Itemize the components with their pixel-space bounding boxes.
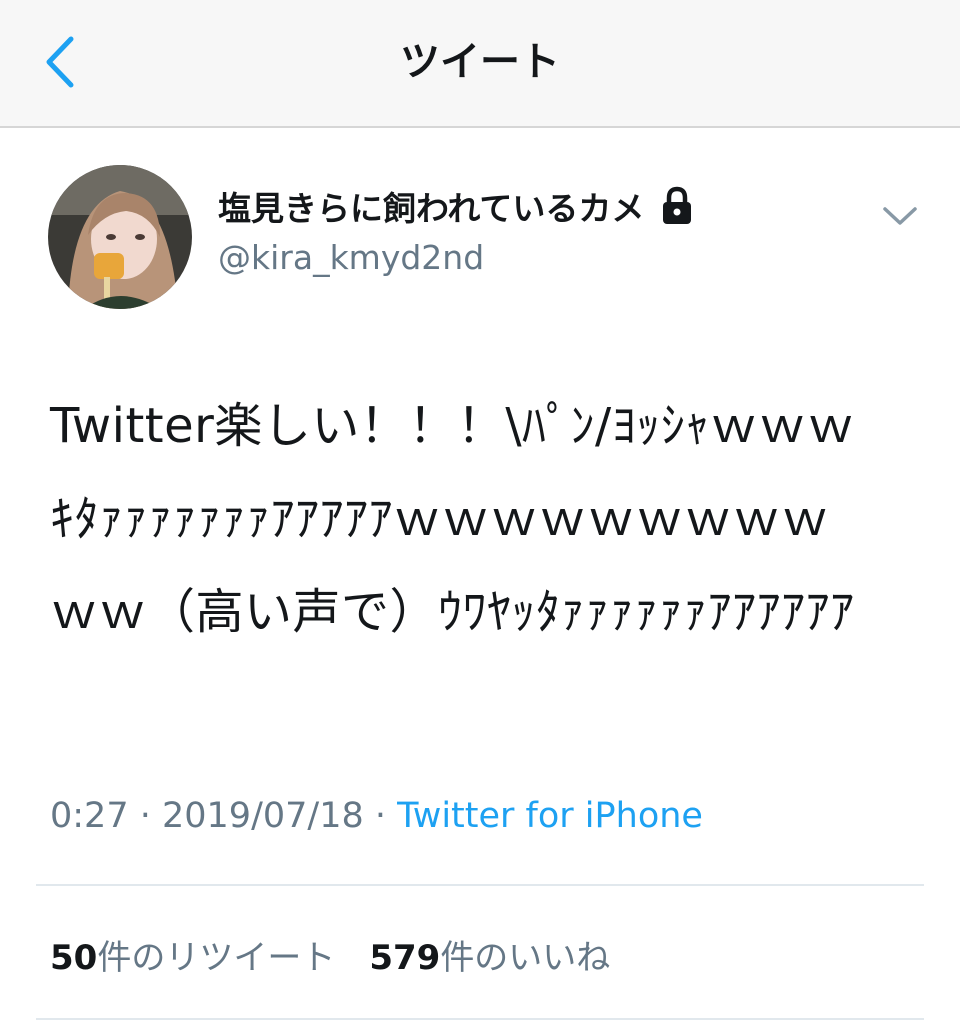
tweet-date: 2019/07/18 [162,796,364,836]
chevron-down-icon [883,207,917,225]
chevron-left-icon [46,36,74,88]
avatar-image [48,165,192,309]
divider [36,1018,924,1020]
page-title: ツイート [400,39,560,85]
avatar[interactable] [48,165,192,309]
meta-separator: · [363,796,398,836]
likes-label: 件のいいね [440,938,611,978]
author-display-name[interactable]: 塩見きらに飼われているカメ [218,182,694,230]
tweet-menu-button[interactable] [874,196,926,236]
tweet-time: 0:27 [50,796,129,836]
nav-bar: ツイート [0,0,960,128]
likes-stat[interactable]: 579件のいいね [369,930,610,979]
divider [36,884,924,886]
retweets-count: 50 [50,938,98,978]
likes-count: 579 [369,938,441,978]
lock-icon [660,186,694,226]
tweet-source-link[interactable]: Twitter for iPhone [397,796,703,836]
display-name-text: 塩見きらに飼われているカメ [218,189,645,228]
retweets-label: 件のリツイート [97,938,336,978]
meta-separator: · [128,796,162,836]
retweets-stat[interactable]: 50件のリツイート [50,930,335,979]
tweet-text: Twitter楽しい！！！\ﾊﾟﾝ/ﾖｯｼｬｗｗｗｷﾀｧｧｧｧｧｧｧｱｱｱｱｱｗ… [50,398,856,640]
tweet-meta: 0:27 · 2019/07/18 · Twitter for iPhone [50,796,703,836]
tweet-stats: 50件のリツイート 579件のいいね [50,930,644,979]
author-handle[interactable]: @kira_kmyd2nd [218,238,484,277]
back-button[interactable] [30,30,90,94]
